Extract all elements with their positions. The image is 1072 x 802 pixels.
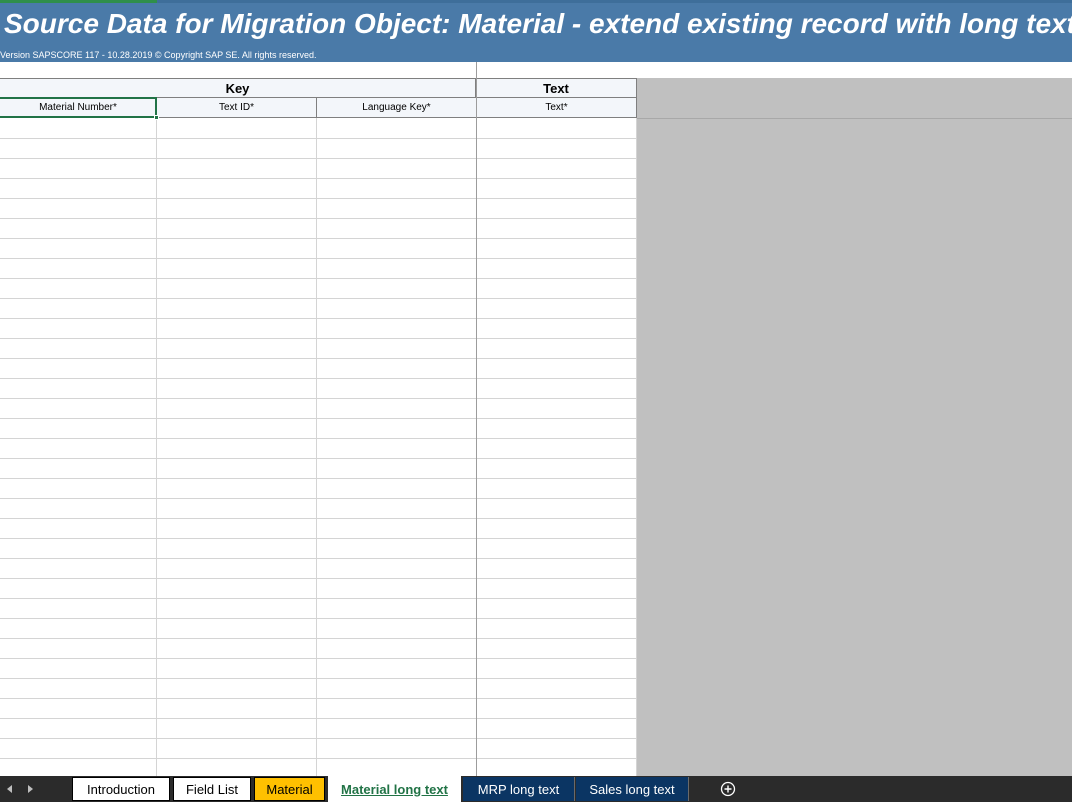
worksheet-grid[interactable]: Key Text Material Number* Text ID* Langu… xyxy=(0,62,1072,776)
row-gridline xyxy=(0,618,637,619)
row-gridline xyxy=(0,298,637,299)
freeze-pane-divider xyxy=(476,62,477,776)
column-header-language-key[interactable]: Language Key* xyxy=(317,98,477,118)
row-gridline xyxy=(0,758,637,759)
triangle-left-icon[interactable] xyxy=(0,776,20,802)
tab-sales-long-text[interactable]: Sales long text xyxy=(576,777,689,801)
tab-mrp-long-text[interactable]: MRP long text xyxy=(463,777,575,801)
tab-introduction[interactable]: Introduction xyxy=(72,777,170,801)
row-gridline xyxy=(0,638,637,639)
plus-circle-icon[interactable] xyxy=(720,781,736,797)
row-gridline xyxy=(0,498,637,499)
column-header-text-id[interactable]: Text ID* xyxy=(157,98,317,118)
row-gridline xyxy=(0,418,637,419)
column-gridline xyxy=(316,118,317,776)
selected-column-indicator xyxy=(0,0,157,3)
row-gridline xyxy=(0,598,637,599)
title-banner: Source Data for Migration Object: Materi… xyxy=(0,0,1072,62)
row-gridline xyxy=(0,138,637,139)
row-gridline xyxy=(0,398,637,399)
row-gridline xyxy=(0,698,637,699)
sheet-tab-bar: Introduction Field List Material Materia… xyxy=(0,776,1072,802)
row-gridline xyxy=(0,738,637,739)
row-gridline xyxy=(0,218,637,219)
column-header-strip xyxy=(0,0,1072,3)
row-gridline xyxy=(0,278,637,279)
row-gridline xyxy=(0,718,637,719)
row-gridline xyxy=(0,358,637,359)
row-gridline xyxy=(0,438,637,439)
row-gridline xyxy=(0,678,637,679)
group-header-text[interactable]: Text xyxy=(476,78,637,98)
row-gridline xyxy=(0,518,637,519)
column-gridline xyxy=(636,118,637,776)
tab-field-list[interactable]: Field List xyxy=(173,777,251,801)
row-gridline xyxy=(0,338,637,339)
row-gridline xyxy=(0,478,637,479)
row-gridline xyxy=(0,158,637,159)
row-gridline xyxy=(0,538,637,539)
column-gridline xyxy=(156,118,157,776)
row-gridline xyxy=(0,318,637,319)
row-gridline xyxy=(0,458,637,459)
data-table[interactable] xyxy=(0,62,637,776)
column-header-text[interactable]: Text* xyxy=(477,98,637,118)
row-gridline xyxy=(0,258,637,259)
freeze-pane-divider-horizontal xyxy=(637,118,1072,119)
page-title: Source Data for Migration Object: Materi… xyxy=(4,8,1072,39)
tab-material[interactable]: Material xyxy=(254,777,325,801)
row-gridline xyxy=(0,378,637,379)
row-gridline xyxy=(0,178,637,179)
row-gridline xyxy=(0,198,637,199)
row-gridline xyxy=(0,578,637,579)
tab-material-long-text[interactable]: Material long text xyxy=(328,776,461,802)
row-gridline xyxy=(0,558,637,559)
version-copyright: Version SAPSCORE 117 - 10.28.2019 © Copy… xyxy=(0,50,317,60)
group-header-key[interactable]: Key xyxy=(0,78,476,98)
selected-cell[interactable] xyxy=(0,97,157,118)
triangle-right-icon[interactable] xyxy=(20,776,40,802)
fill-handle[interactable] xyxy=(154,115,159,120)
row-gridline xyxy=(0,658,637,659)
row-gridline xyxy=(0,238,637,239)
